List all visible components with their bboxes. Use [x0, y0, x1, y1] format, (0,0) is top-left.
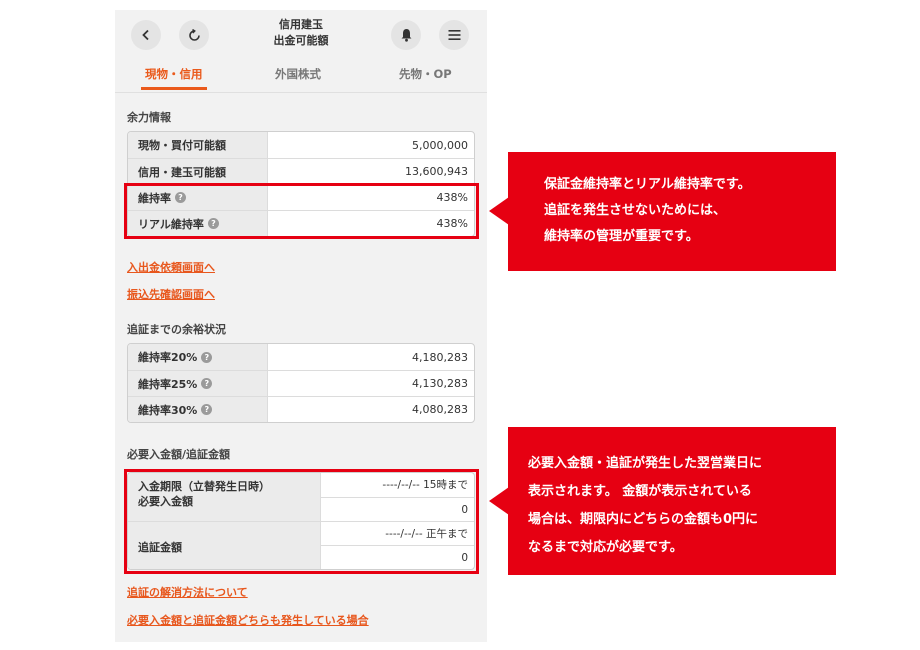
- row-label-text: 現物・買付可能額: [138, 139, 226, 152]
- callout-line: 必要入金額・追証が発生した翌営業日に: [528, 456, 763, 471]
- app-header: 信用建玉 出金可能額: [115, 10, 487, 60]
- table-row: 信用・建玉可能額 13,600,943: [128, 158, 474, 184]
- row-label: 維持率20%?: [128, 344, 268, 370]
- help-icon[interactable]: ?: [201, 404, 213, 415]
- callout-line: 維持率の管理が重要です。: [544, 229, 699, 244]
- bell-icon: [401, 29, 411, 42]
- margin-status-title: 追証までの余裕状況: [127, 323, 226, 336]
- help-icon[interactable]: ?: [201, 351, 213, 363]
- margin-status-table: 維持率20%? 4,180,283 維持率25%? 4,130,283 維持率3…: [127, 343, 475, 423]
- row-label: 信用・建玉可能額: [128, 159, 268, 184]
- notification-button[interactable]: [391, 20, 421, 50]
- row-value: 4,080,283: [412, 403, 468, 416]
- row-label-text: 維持率30%: [138, 403, 198, 417]
- table-row: 維持率25%? 4,130,283: [128, 370, 474, 396]
- callout-line: 保証金維持率とリアル維持率です。: [544, 177, 751, 192]
- maintenance-rate-highlight: [124, 183, 479, 239]
- callout-pointer: [489, 197, 509, 225]
- surplus-section-title: 余力情報: [127, 111, 171, 124]
- required-amount-callout: 必要入金額・追証が発生した翌営業日に 表示されます。 金額が表示されている 場合…: [508, 427, 836, 575]
- page-title: 信用建玉 出金可能額: [211, 17, 391, 49]
- transfer-destination-link[interactable]: 振込先確認画面へ: [127, 286, 215, 302]
- callout-line: 表示されます。 金額が表示されている: [528, 484, 752, 499]
- row-label: 現物・買付可能額: [128, 132, 268, 158]
- callout-line: なるまで対応が必要です。: [528, 540, 683, 555]
- deposit-request-link[interactable]: 入出金依頼画面へ: [127, 259, 215, 275]
- callout-line: 場合は、期限内にどちらの金額も0円に: [528, 512, 759, 527]
- maintenance-rate-callout: 保証金維持率とリアル維持率です。 追証を発生させないためには、 維持率の管理が重…: [508, 152, 836, 271]
- help-icon[interactable]: ?: [201, 378, 213, 389]
- callout-line: 追証を発生させないためには、: [544, 203, 727, 218]
- active-tab-indicator: [141, 87, 207, 90]
- row-value: 13,600,943: [405, 165, 468, 178]
- row-label-text: 信用・建玉可能額: [138, 165, 226, 179]
- back-button[interactable]: [131, 20, 161, 50]
- table-row: 維持率20%? 4,180,283: [128, 344, 474, 370]
- row-value: 5,000,000: [412, 138, 468, 152]
- tab-spot-margin[interactable]: 現物・信用: [145, 66, 203, 82]
- table-row: 現物・買付可能額 5,000,000: [128, 132, 474, 158]
- row-value: 4,180,283: [412, 350, 468, 364]
- hamburger-icon: [448, 30, 460, 40]
- market-tabs: 現物・信用 外国株式 先物・OP: [115, 62, 487, 90]
- table-row: 維持率30%? 4,080,283: [128, 396, 474, 422]
- both-occur-link[interactable]: 必要入金額と追証金額どちらも発生している場合: [127, 612, 369, 628]
- tabs-divider: [115, 92, 487, 93]
- menu-button[interactable]: [439, 20, 469, 50]
- required-amount-highlight: [124, 469, 479, 574]
- page-title-line2: 出金可能額: [273, 34, 329, 47]
- row-label: 維持率25%?: [128, 371, 268, 396]
- page-title-line1: 信用建玉: [279, 18, 323, 31]
- callout-pointer: [489, 487, 509, 515]
- refresh-button[interactable]: [179, 20, 209, 50]
- row-label-text: 維持率25%: [138, 377, 198, 391]
- refresh-icon: [188, 28, 200, 41]
- row-value: 4,130,283: [412, 377, 468, 390]
- required-section-title: 必要入金額/追証金額: [127, 448, 231, 461]
- row-label: 維持率30%?: [128, 397, 268, 422]
- margin-call-resolution-link[interactable]: 追証の解消方法について: [127, 584, 248, 600]
- chevron-left-icon: [142, 29, 149, 41]
- tab-futures-options[interactable]: 先物・OP: [399, 66, 452, 82]
- tab-foreign-stocks[interactable]: 外国株式: [275, 66, 321, 82]
- row-label-text: 維持率20%: [138, 351, 198, 364]
